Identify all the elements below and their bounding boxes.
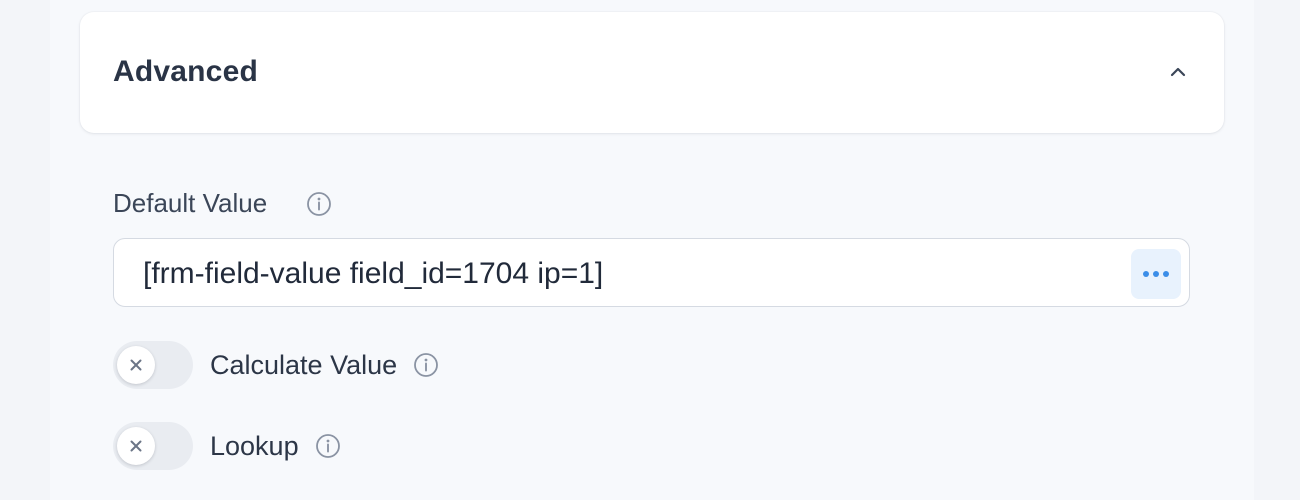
default-value-field[interactable] [113, 238, 1190, 307]
info-icon[interactable] [306, 191, 332, 222]
info-icon[interactable] [413, 352, 439, 378]
toggle-knob [117, 427, 155, 465]
lookup-row: Lookup [113, 422, 341, 470]
calculate-value-row: Calculate Value [113, 341, 439, 389]
chevron-up-icon[interactable] [1166, 62, 1190, 82]
lookup-toggle[interactable] [113, 422, 193, 470]
close-icon [130, 440, 142, 452]
default-value-label: Default Value [113, 188, 268, 218]
lookup-label: Lookup [210, 430, 299, 461]
ellipsis-icon [1141, 265, 1171, 283]
more-options-button[interactable] [1131, 249, 1181, 299]
default-value-input[interactable] [143, 257, 1123, 291]
toggle-knob [117, 346, 155, 384]
advanced-section-header[interactable]: Advanced [80, 12, 1224, 133]
info-icon[interactable] [315, 433, 341, 459]
section-title: Advanced [113, 55, 258, 88]
close-icon [130, 359, 142, 371]
calculate-value-toggle[interactable] [113, 341, 193, 389]
calculate-value-label: Calculate Value [210, 349, 398, 380]
